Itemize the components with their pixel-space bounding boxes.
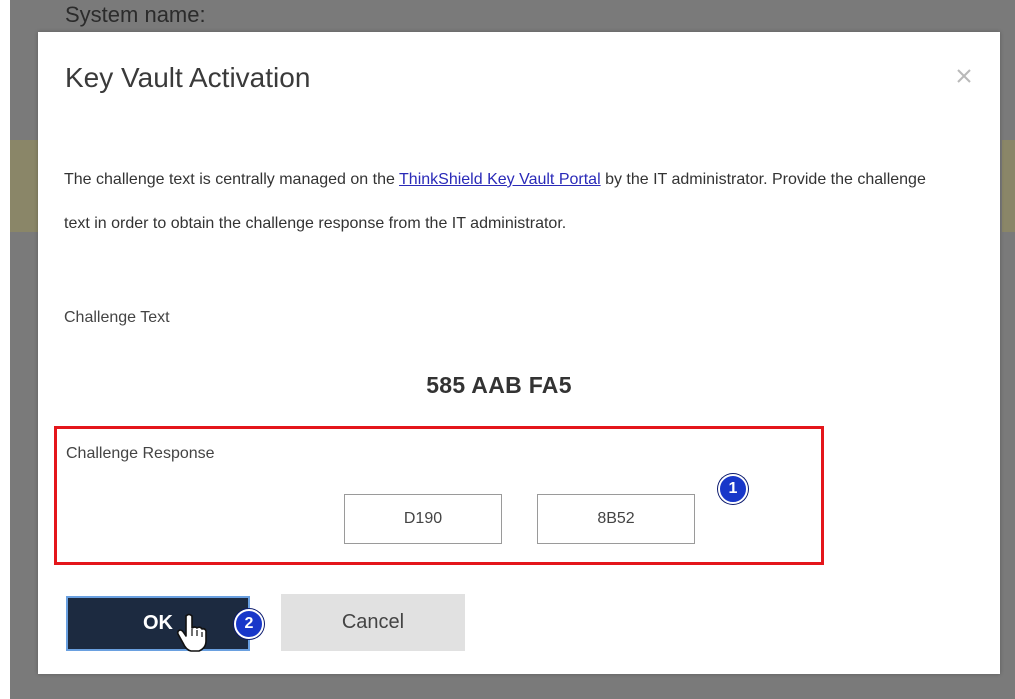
- challenge-response-label: Challenge Response: [66, 445, 215, 462]
- dialog-title: Key Vault Activation: [65, 62, 311, 93]
- callout-badge-2: 2: [234, 609, 264, 639]
- system-name-label: System name:: [65, 2, 206, 27]
- challenge-code: 585 AAB FA5: [426, 372, 572, 398]
- background-strip: [10, 140, 40, 232]
- key-vault-activation-dialog: Key Vault Activation The challenge text …: [38, 32, 1000, 674]
- challenge-text-label: Challenge Text: [64, 309, 170, 326]
- description-part1: The challenge text is centrally managed …: [64, 171, 400, 188]
- background-strip: [1002, 140, 1015, 232]
- callout-badge-1: 1: [718, 474, 748, 504]
- cancel-button[interactable]: Cancel: [281, 594, 465, 651]
- challenge-response-highlight: Challenge Response 1: [54, 426, 824, 565]
- challenge-code-wrapper: 585 AAB FA5: [38, 372, 1000, 399]
- close-button[interactable]: [954, 66, 974, 86]
- hand-cursor-icon: [176, 613, 207, 652]
- ok-button[interactable]: OK: [66, 596, 250, 651]
- response-field-1[interactable]: [344, 494, 502, 544]
- close-icon: [957, 69, 971, 83]
- description-text: The challenge text is centrally managed …: [64, 158, 944, 246]
- response-field-2[interactable]: [537, 494, 695, 544]
- thinkshield-portal-link[interactable]: ThinkShield Key Vault Portal: [399, 171, 601, 188]
